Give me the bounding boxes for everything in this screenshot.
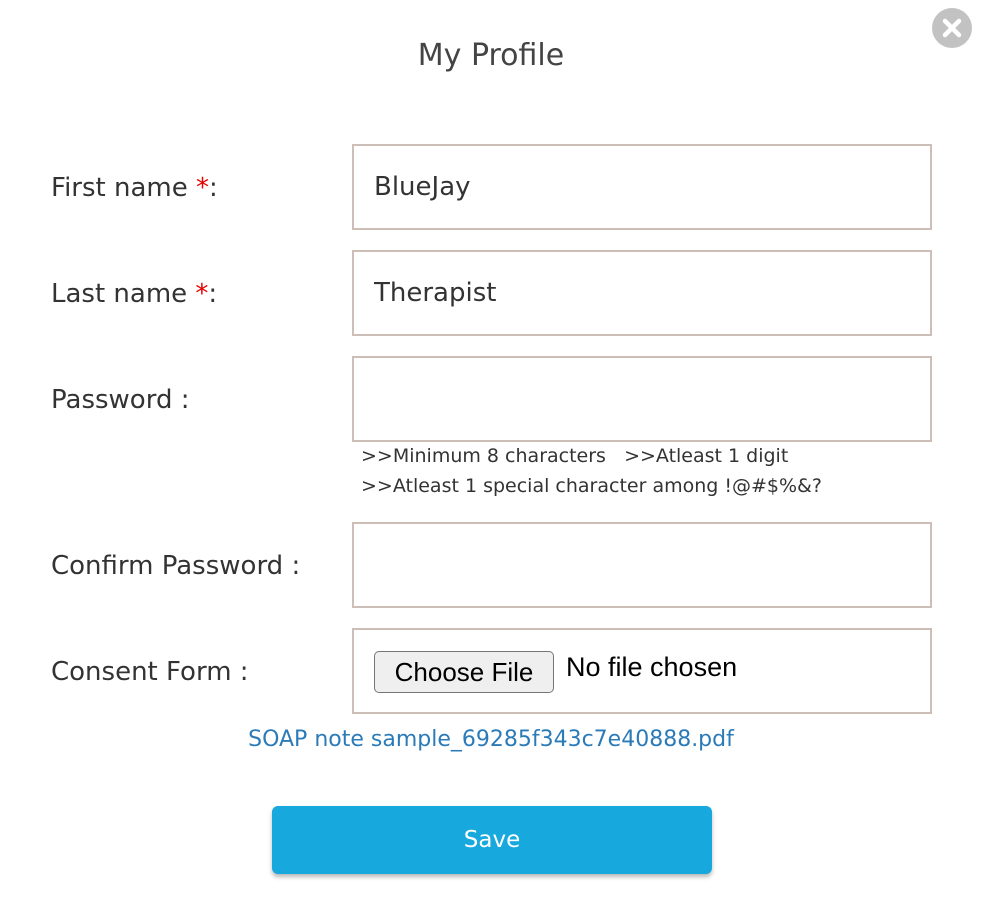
consent-file-link[interactable]: SOAP note sample_69285f343c7e40888.pdf <box>0 727 982 752</box>
close-button[interactable] <box>932 8 972 48</box>
close-icon <box>942 18 962 38</box>
label-colon: : <box>208 173 218 203</box>
last-name-input[interactable] <box>354 252 930 334</box>
consent-form-label: Consent Form : <box>51 657 249 687</box>
required-mark: * <box>195 279 209 309</box>
confirm-password-label: Confirm Password : <box>51 551 301 581</box>
choose-file-button[interactable]: Choose File <box>374 651 554 693</box>
last-name-label-text: Last name <box>51 279 196 309</box>
save-button[interactable]: Save <box>272 806 712 874</box>
first-name-label-text: First name <box>51 173 196 203</box>
password-field <box>352 356 932 442</box>
consent-form-field: Choose File No file chosen <box>352 628 932 714</box>
confirm-password-input[interactable] <box>354 524 930 606</box>
first-name-label: First name *: <box>51 173 218 203</box>
last-name-field <box>352 250 932 336</box>
last-name-label: Last name *: <box>51 279 217 309</box>
password-hint-line-1: >>Minimum 8 characters >>Atleast 1 digit <box>361 445 788 467</box>
file-status-text: No file chosen <box>566 652 738 682</box>
password-label: Password : <box>51 385 190 415</box>
required-mark: * <box>195 173 209 203</box>
first-name-input[interactable] <box>354 146 930 228</box>
password-hint-special-char: >>Atleast 1 special character among !@#$… <box>361 475 822 497</box>
confirm-password-field <box>352 522 932 608</box>
label-colon: : <box>208 279 218 309</box>
first-name-field <box>352 144 932 230</box>
password-input[interactable] <box>354 358 930 440</box>
modal-title: My Profile <box>417 38 565 73</box>
password-hint-min-length: >>Minimum 8 characters <box>361 445 606 467</box>
password-hint-digit: >>Atleast 1 digit <box>624 445 789 467</box>
